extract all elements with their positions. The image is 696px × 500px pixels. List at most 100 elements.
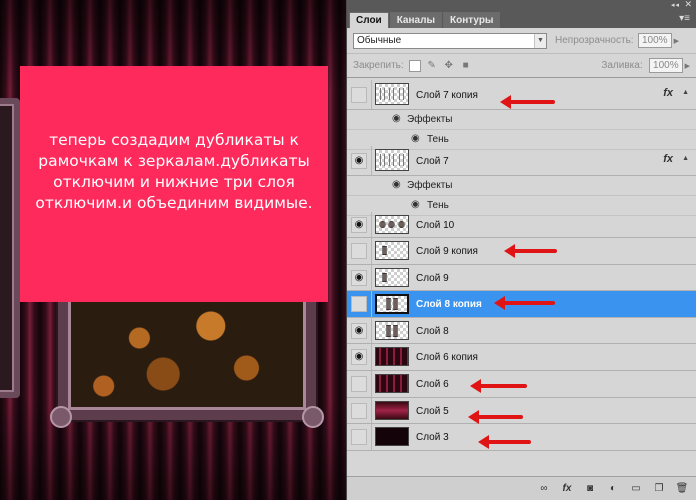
link-icon[interactable]: ∞	[537, 482, 551, 496]
layer-name: Слой 5	[416, 406, 449, 417]
effects-eye-icon[interactable]: ◉	[392, 113, 401, 124]
panel-title-bar: ◂◂ ✕	[347, 0, 696, 10]
divider	[371, 265, 372, 290]
layers-panel: ◂◂ ✕ Слои Каналы Контуры ▾≡ Обычные ▼ Не…	[346, 0, 696, 500]
visibility-toggle[interactable]	[351, 429, 367, 445]
layer-row[interactable]: Слой 7 копия fx ▲	[347, 80, 696, 110]
trash-icon[interactable]: 🗑	[675, 482, 689, 496]
collapse-icon[interactable]: ◂◂	[671, 1, 680, 9]
eye-icon: ◉	[354, 325, 364, 336]
layer-thumbnail	[375, 241, 409, 260]
visibility-toggle[interactable]: ◉	[351, 323, 367, 339]
layers-list: Слой 7 копия fx ▲ ◉ Эффекты ◉ Тень ◉ Сло…	[347, 78, 696, 458]
divider	[371, 398, 372, 423]
blend-row: Обычные ▼ Непрозрачность: 100% ▶	[347, 28, 696, 54]
annotation-arrow	[470, 379, 527, 393]
lock-label: Закрепить:	[353, 60, 404, 71]
tab-channels[interactable]: Каналы	[389, 12, 442, 28]
panel-bottom-toolbar: ∞ fx ◙ ◐ ▭ ❐ 🗑	[347, 476, 696, 500]
chevron-down-icon: ▼	[534, 33, 546, 48]
visibility-toggle[interactable]: ◉	[351, 270, 367, 286]
divider	[371, 344, 372, 370]
layer-row[interactable]: ◉ Слой 6 копия	[347, 344, 696, 371]
lock-brush-icon[interactable]: ✎	[426, 60, 438, 72]
frame-corner-ornament	[50, 406, 72, 428]
effects-row: ◉ Эффекты	[347, 176, 696, 196]
lock-move-icon[interactable]: ✥	[443, 60, 455, 72]
layer-name: Слой 9 копия	[416, 246, 478, 257]
divider	[371, 318, 372, 343]
tab-layers[interactable]: Слои	[349, 12, 389, 28]
layer-thumbnail	[375, 149, 409, 171]
layer-name: Слой 9	[416, 273, 449, 284]
divider	[371, 424, 372, 450]
instruction-note: теперь создадим дубликаты к рамочкам к з…	[20, 66, 328, 302]
effects-label: Эффекты	[407, 114, 453, 125]
blend-mode-select[interactable]: Обычные ▼	[353, 32, 547, 49]
annotation-arrow	[500, 95, 555, 109]
add-mask-icon[interactable]: ◙	[583, 482, 597, 496]
divider	[371, 291, 372, 317]
shadow-eye-icon[interactable]: ◉	[411, 199, 420, 210]
visibility-toggle[interactable]: ◉	[351, 217, 367, 233]
eye-icon: ◉	[354, 351, 364, 362]
fill-field[interactable]: 100%	[648, 58, 683, 73]
left-mirror-frame	[0, 98, 20, 398]
layer-name: Слой 8 копия	[416, 299, 482, 310]
visibility-toggle[interactable]	[351, 87, 367, 103]
frame-corner-ornament	[302, 406, 324, 428]
opacity-label: Непрозрачность:	[555, 35, 634, 46]
effects-label: Эффекты	[407, 180, 453, 191]
layer-thumbnail	[375, 294, 409, 314]
opacity-slider-arrow-icon[interactable]: ▶	[674, 37, 679, 45]
add-style-icon[interactable]: fx	[560, 482, 574, 496]
panel-menu-icon[interactable]: ▾≡	[679, 13, 690, 24]
layer-row[interactable]: Слой 3	[347, 424, 696, 451]
new-group-icon[interactable]: ▭	[629, 482, 643, 496]
layer-thumbnail	[375, 347, 409, 366]
visibility-toggle[interactable]	[351, 296, 367, 312]
eye-icon: ◉	[354, 219, 364, 230]
shadow-label: Тень	[427, 200, 449, 211]
document-canvas[interactable]: теперь создадим дубликаты к рамочкам к з…	[0, 0, 346, 500]
collapse-arrow-icon[interactable]: ▲	[682, 89, 689, 96]
lock-row: Закрепить: ✎ ✥ ■ Заливка: 100% ▶	[347, 54, 696, 78]
annotation-arrow	[478, 435, 531, 449]
close-icon[interactable]: ✕	[684, 0, 692, 10]
fill-label: Заливка:	[601, 60, 643, 71]
lock-transparency-icon[interactable]	[408, 59, 421, 72]
tab-paths[interactable]: Контуры	[442, 12, 501, 28]
effects-eye-icon[interactable]: ◉	[392, 179, 401, 190]
layer-name: Слой 8	[416, 326, 449, 337]
layer-row[interactable]: Слой 5	[347, 398, 696, 424]
divider	[371, 371, 372, 397]
layer-row[interactable]: ◉ Слой 7 fx ▲	[347, 146, 696, 176]
layer-thumbnail	[375, 427, 409, 446]
layer-thumbnail	[375, 401, 409, 420]
layer-thumbnail	[375, 83, 409, 105]
visibility-toggle[interactable]: ◉	[351, 153, 367, 169]
layer-row[interactable]: ◉ Слой 9	[347, 265, 696, 291]
layer-name: Слой 7 копия	[416, 90, 478, 101]
visibility-toggle[interactable]	[351, 403, 367, 419]
opacity-field[interactable]: 100%	[637, 33, 672, 48]
layer-row[interactable]: ◉ Слой 10	[347, 212, 696, 238]
fill-slider-arrow-icon[interactable]: ▶	[685, 62, 690, 70]
annotation-arrow	[494, 296, 555, 310]
new-layer-icon[interactable]: ❐	[652, 482, 666, 496]
collapse-arrow-icon[interactable]: ▲	[682, 155, 689, 162]
layer-name: Слой 7	[416, 156, 449, 167]
shadow-eye-icon[interactable]: ◉	[411, 133, 420, 144]
fx-icon[interactable]: fx	[663, 153, 673, 165]
layer-name: Слой 10	[416, 220, 455, 231]
effects-row: ◉ Эффекты	[347, 110, 696, 130]
adjustment-layer-icon[interactable]: ◐	[606, 482, 620, 496]
layer-thumbnail	[375, 268, 409, 287]
visibility-toggle[interactable]	[351, 376, 367, 392]
visibility-toggle[interactable]: ◉	[351, 349, 367, 365]
lock-all-icon[interactable]: ■	[460, 60, 472, 72]
fx-icon[interactable]: fx	[663, 87, 673, 99]
layer-row[interactable]: ◉ Слой 8	[347, 318, 696, 344]
annotation-arrow	[468, 410, 523, 424]
visibility-toggle[interactable]	[351, 243, 367, 259]
